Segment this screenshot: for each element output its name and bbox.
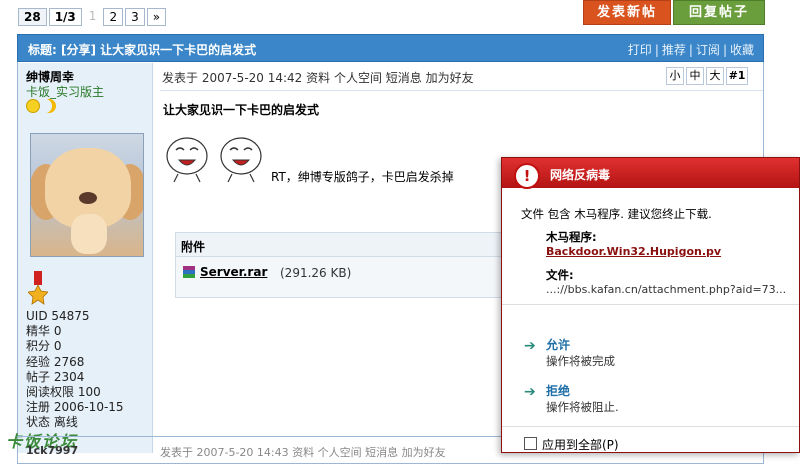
user-sidebar: 绅博周幸 卡饭_实习版主 UID 54875 精华 0 积分 0 经验 2768…: [18, 63, 153, 453]
emoticon-icon: [220, 137, 262, 183]
medal-icon: [28, 271, 48, 305]
font-large-button[interactable]: 大: [706, 67, 724, 85]
attachment-size: (291.26 KB): [280, 266, 352, 280]
stat-registered: 注册 2006-10-15: [26, 400, 124, 415]
attachment-box: 附件 Server.rar (291.26 KB): [175, 232, 506, 298]
post-title: 让大家见识一下卡巴的启发式: [163, 103, 320, 117]
pager-link-3[interactable]: 3: [125, 8, 145, 26]
favorite-link[interactable]: 收藏: [727, 43, 757, 57]
warning-icon-glyph: !: [523, 167, 531, 185]
user-stats: UID 54875 精华 0 积分 0 经验 2768 帖子 2304 阅读权限…: [26, 309, 124, 431]
emoticon-icon: [166, 137, 208, 183]
new-post-button[interactable]: 发表新帖: [583, 0, 671, 25]
stat-posts: 帖子 2304: [26, 369, 85, 384]
alert-message: 文件 包含 木马程序. 建议您终止下载.: [521, 207, 712, 221]
post-body: RT，绅博专版鸽子，卡巴启发杀掉: [271, 170, 454, 184]
attachment-heading: 附件: [176, 233, 506, 257]
pager-link-2[interactable]: 2: [103, 8, 124, 26]
allow-option[interactable]: 允许: [546, 336, 570, 353]
alert-header: ! 网络反病毒: [502, 158, 799, 189]
deny-description: 操作将被阻止.: [546, 400, 619, 414]
file-path: ...://bbs.kafan.cn/attachment.php?aid=73…: [546, 283, 787, 296]
post-info: 发表于 2007-5-20 14:42 资料 个人空间 短消息 加为好友: [162, 71, 474, 85]
divider: [160, 90, 763, 91]
stat-permission: 阅读权限 100: [26, 385, 101, 400]
trojan-name-link[interactable]: Backdoor.Win32.Hupigon.pv: [546, 245, 721, 258]
avatar: [30, 133, 144, 257]
deny-option[interactable]: 拒绝: [546, 382, 570, 399]
divider: [502, 304, 799, 305]
avatar-paw: [71, 214, 107, 254]
pager-page-of: 1/3: [48, 8, 82, 26]
reply-button[interactable]: 回复帖子: [673, 0, 765, 25]
stat-uid: UID 54875: [26, 309, 90, 323]
avatar-nose: [79, 192, 97, 204]
user-role: 卡饭_实习版主: [26, 85, 105, 99]
rar-file-icon: [183, 266, 195, 278]
alert-title: 网络反病毒: [550, 168, 611, 182]
apply-all-label[interactable]: 应用到全部(P): [542, 436, 619, 453]
pager-current: 1: [83, 8, 102, 26]
smiley-icon: [26, 99, 40, 113]
arrow-right-icon: ➔: [524, 338, 536, 354]
thread-actions: 打印 | 推荐 | 订阅 | 收藏: [625, 41, 757, 58]
pager: 28 1/3 1 2 3 »: [18, 8, 167, 26]
subscribe-link[interactable]: 订阅: [693, 43, 723, 57]
print-link[interactable]: 打印: [625, 43, 655, 57]
moon-icon: [42, 99, 56, 113]
font-size-controls: 小 中 大 #1: [666, 67, 748, 85]
floor-number[interactable]: #1: [726, 67, 748, 85]
trojan-label: 木马程序:: [546, 230, 597, 244]
stat-digest: 精华 0: [26, 324, 62, 339]
file-label: 文件:: [546, 268, 574, 282]
allow-description: 操作将被完成: [546, 354, 615, 368]
font-medium-button[interactable]: 中: [686, 67, 704, 85]
attachment-link[interactable]: Server.rar: [200, 265, 267, 279]
next-post-username[interactable]: 1ck7997: [26, 444, 78, 457]
recommend-link[interactable]: 推荐: [659, 43, 689, 57]
pager-total: 28: [18, 8, 47, 26]
antivirus-alert-dialog: ! 网络反病毒 文件 包含 木马程序. 建议您终止下载. 木马程序: Backd…: [501, 157, 800, 453]
warning-icon: !: [514, 163, 540, 189]
font-small-button[interactable]: 小: [666, 67, 684, 85]
pager-next[interactable]: »: [146, 8, 167, 26]
next-post-info: 发表于 2007-5-20 14:43 资料 个人空间 短消息 加为好友: [160, 446, 446, 459]
divider: [502, 426, 799, 427]
apply-all-checkbox[interactable]: [524, 437, 537, 450]
thread-title: 标题: [分享] 让大家见识一下卡巴的启发式: [28, 43, 257, 57]
thread-title-bar: 标题: [分享] 让大家见识一下卡巴的启发式 打印 | 推荐 | 订阅 | 收藏: [17, 34, 764, 62]
stat-exp: 经验 2768: [26, 354, 85, 369]
arrow-right-icon: ➔: [524, 384, 536, 400]
stat-points: 积分 0: [26, 339, 62, 354]
